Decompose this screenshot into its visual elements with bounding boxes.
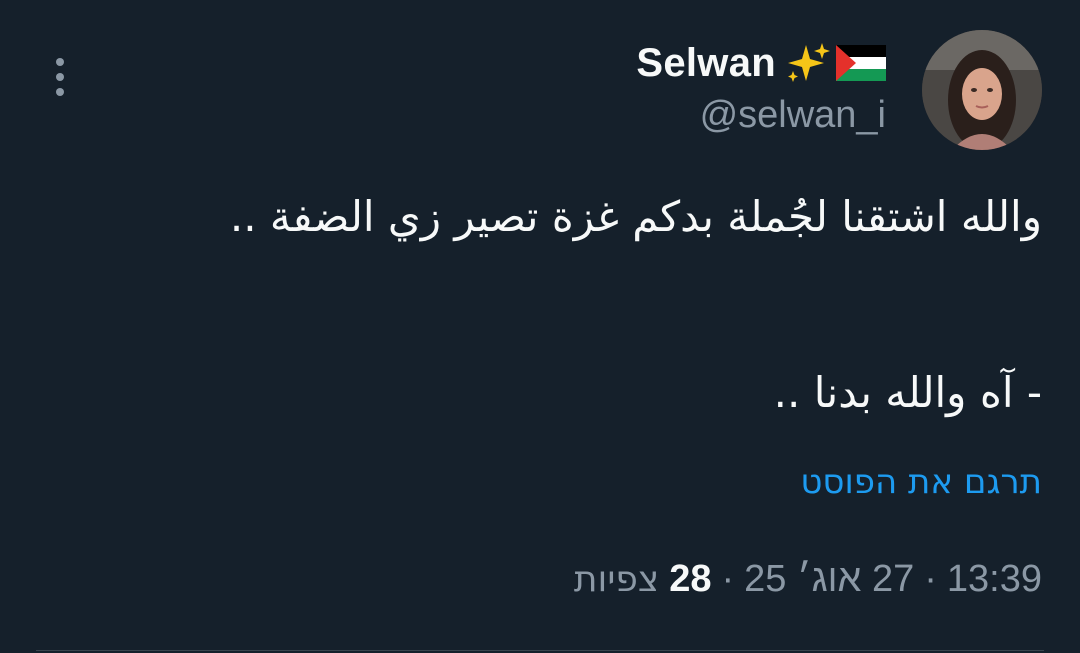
author-display-name: Selwan [636, 40, 776, 85]
tweet-metadata: צפיות 28 · 27 אוג׳ 25 · 13:39 [574, 558, 1042, 601]
tweet-text-line: - آه والله بدنا .. [773, 368, 1042, 417]
name-emojis [784, 41, 886, 85]
separator: · [924, 558, 937, 600]
tweet-detail: Selwan @selwan_i والله اشتقنا لجُملة بدك… [0, 0, 1080, 653]
tweet-text: والله اشتقنا لجُملة بدكم غزة تصير زي الض… [142, 186, 1042, 424]
tweet-time[interactable]: 13:39 [947, 558, 1042, 601]
author-avatar[interactable] [922, 30, 1042, 150]
more-vertical-icon-dot [56, 88, 64, 96]
avatar-image [922, 30, 1042, 150]
author-handle[interactable]: @selwan_i [700, 94, 886, 137]
separator: · [721, 558, 735, 600]
more-options-button[interactable] [44, 52, 76, 102]
views-count[interactable]: 28 [669, 558, 711, 601]
translate-post-link[interactable]: תרגם את הפוסט [800, 462, 1042, 502]
more-vertical-icon-dot [56, 73, 64, 81]
palestine-flag-icon [836, 45, 886, 81]
more-vertical-icon [56, 58, 64, 66]
tweet-text-line: والله اشتقنا لجُملة بدكم غزة تصير زي الض… [229, 192, 1042, 241]
divider [36, 650, 1044, 651]
views-label: צפיות [573, 559, 660, 600]
tweet-date[interactable]: 27 אוג׳ 25 [744, 558, 914, 601]
author-name-row[interactable]: Selwan [636, 36, 886, 90]
sparkles-emoji-icon [788, 43, 830, 82]
